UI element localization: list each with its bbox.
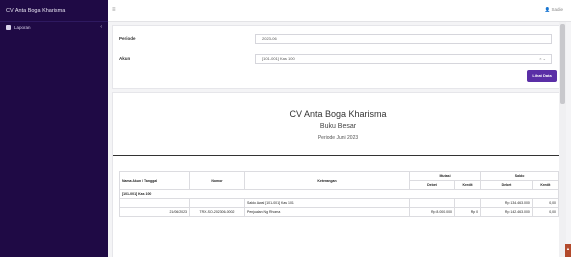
col-number: Nomor	[189, 171, 245, 190]
period-value: 2023-06	[262, 36, 277, 41]
col-bal-debit: Debet	[480, 180, 533, 190]
cell-date: 21/06/2023	[119, 207, 190, 217]
top-navbar: ≡ 👤 Sadie	[108, 0, 571, 22]
sidebar-item-laporan[interactable]: Laporan ‹	[0, 22, 108, 32]
brand-title[interactable]: CV Anta Boga Kharisma	[0, 0, 108, 22]
cell-mut-credit	[453, 198, 482, 208]
report-icon	[6, 24, 11, 30]
cell-number	[189, 198, 245, 208]
cell-bal-debit: Rp 134.463.000	[480, 198, 533, 208]
report-period: Periode Juni 2023	[317, 135, 359, 141]
account-group-label: [101-001] Kas 100	[119, 189, 559, 199]
report-title: Buku Besar	[319, 123, 357, 130]
user-menu[interactable]: 👤 Sadie	[545, 7, 563, 13]
report-company: CV Anta Boga Kharisma	[289, 109, 387, 119]
col-mutation: Mutasi	[408, 171, 482, 181]
user-icon: 👤	[544, 7, 551, 12]
period-label: Periode	[119, 36, 136, 41]
hamburger-menu-icon[interactable]: ≡	[112, 7, 118, 13]
cell-date	[119, 198, 190, 208]
account-group-row: [101-001] Kas 100	[119, 189, 559, 199]
col-balance: Saldo	[480, 171, 559, 181]
cell-mut-debit: Rp 8.000.000	[409, 207, 455, 217]
account-select[interactable]: [101-001] Kas 100 × ⌄	[255, 54, 552, 64]
col-account-date: Nama Akun / Tanggal	[119, 171, 190, 190]
scroll-to-top-button[interactable]: ▲	[565, 244, 571, 257]
col-description: Keterangan	[244, 171, 410, 190]
cell-bal-debit: Rp 142.463.000	[480, 207, 533, 217]
select-arrows-icon: × ⌄	[539, 56, 546, 61]
cell-mut-credit: Rp 0	[453, 207, 482, 217]
chevron-left-icon: ‹	[100, 24, 102, 30]
report-divider	[113, 155, 563, 156]
col-bal-credit: Kredit	[531, 180, 560, 190]
col-mut-debit: Debet	[409, 180, 455, 190]
cell-bal-credit: 0,00	[531, 198, 560, 208]
main-content: Periode 2023-06 Akun [101-001] Kas 100 × …	[108, 22, 571, 257]
filter-card: Periode 2023-06 Akun [101-001] Kas 100 × …	[112, 25, 562, 89]
page-scrollbar[interactable]	[559, 22, 566, 257]
table-row: Saldo Awal [101-001] Kas 101 Rp 134.463.…	[119, 198, 560, 208]
ledger-table: Nama Akun / Tanggal Nomor Keterangan Mut…	[119, 171, 560, 217]
user-name: Sadie	[551, 7, 563, 12]
account-label: Akun	[119, 56, 131, 61]
period-input[interactable]: 2023-06	[255, 34, 552, 44]
account-value: [101-001] Kas 100	[262, 56, 295, 61]
scrollbar-thumb[interactable]	[560, 24, 565, 104]
view-data-button[interactable]: Lihat Data	[527, 70, 557, 82]
cell-description: Penjualan Ng Rhoma	[244, 207, 410, 217]
cell-bal-credit: 0,00	[531, 207, 560, 217]
chevron-up-icon: ▲	[566, 246, 570, 251]
cell-description: Saldo Awal [101-001] Kas 101	[244, 198, 410, 208]
table-row: 21/06/2023 TRX-SO-202306-0002 Penjualan …	[119, 207, 560, 217]
sidebar: CV Anta Boga Kharisma Laporan ‹	[0, 0, 108, 257]
col-mut-credit: Kredit	[453, 180, 482, 190]
cell-mut-debit	[409, 198, 455, 208]
cell-number: TRX-SO-202306-0002	[189, 207, 245, 217]
report-card: CV Anta Boga Kharisma Buku Besar Periode…	[112, 92, 563, 257]
sidebar-item-label: Laporan	[14, 24, 31, 30]
